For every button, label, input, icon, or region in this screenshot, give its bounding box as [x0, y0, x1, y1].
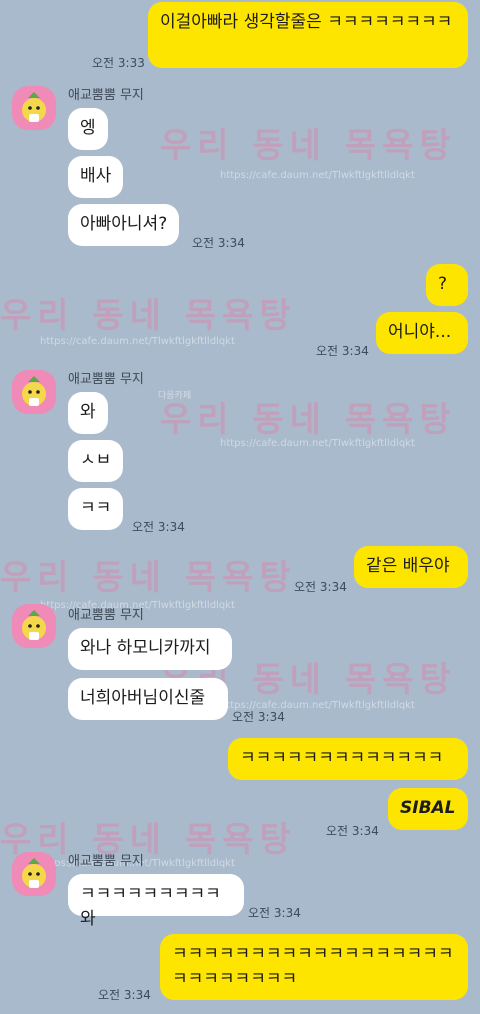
watermark-title: 우리 동네 목욕탕 — [160, 400, 457, 440]
muzi-avatar-icon[interactable] — [12, 604, 56, 648]
muzi-avatar-icon[interactable] — [12, 370, 56, 414]
watermark-small: 다음카페 — [158, 391, 192, 401]
contact-name: 애교뿜뿜 무지 — [68, 372, 144, 387]
their-message-bubble[interactable]: 너희아버님이신줄 — [68, 678, 228, 720]
chat-area[interactable]: 우리 동네 목욕탕 https://cafe.daum.net/Tlwkftlg… — [0, 0, 480, 1014]
message-time: 오전 3:34 — [316, 344, 369, 358]
their-message-bubble[interactable]: 엥 — [68, 108, 108, 150]
message-time: 오전 3:34 — [294, 580, 347, 594]
watermark-title: 우리 동네 목욕탕 — [160, 126, 457, 166]
message-time: 오전 3:34 — [248, 906, 301, 920]
their-message-bubble[interactable]: ㅋㅋㅋㅋㅋㅋㅋㅋㅋ와 — [68, 874, 244, 929]
their-message-bubble[interactable]: 배사 — [68, 156, 124, 198]
message-time: 오전 3:34 — [326, 824, 379, 838]
my-message-bubble[interactable]: 이걸아빠라 생각할줄은 ㅋㅋㅋㅋㅋㅋㅋㅋ — [148, 2, 468, 68]
my-message-bubble[interactable]: ㅋㅋㅋㅋㅋㅋㅋㅋㅋㅋㅋㅋㅋㅋㅋㅋㅋㅋㅋㅋㅋㅋㅋㅋㅋㅋ — [160, 934, 468, 1000]
contact-name: 애교뿜뿜 무지 — [68, 854, 144, 869]
my-message-bubble[interactable]: SIBAL — [388, 788, 468, 830]
message-time: 오전 3:34 — [192, 236, 245, 250]
message-time: 오전 3:34 — [98, 988, 151, 1002]
my-message-bubble[interactable]: ㅋㅋㅋㅋㅋㅋㅋㅋㅋㅋㅋㅋㅋ — [228, 738, 468, 780]
their-message-bubble[interactable]: ㅋㅋ — [68, 488, 124, 530]
contact-name: 애교뿜뿜 무지 — [68, 608, 144, 623]
message-time: 오전 3:33 — [92, 56, 145, 70]
muzi-avatar-icon[interactable] — [12, 852, 56, 896]
watermark-title: 우리 동네 목욕탕 — [0, 558, 297, 598]
message-time: 오전 3:34 — [232, 710, 285, 724]
their-message-bubble[interactable]: 아빠아니셔? — [68, 204, 180, 246]
my-message-bubble[interactable]: 어니야... — [376, 312, 468, 354]
my-message-bubble[interactable]: 같은 배우야 — [354, 546, 468, 588]
message-time: 오전 3:34 — [132, 520, 185, 534]
my-message-bubble[interactable]: ? — [426, 264, 468, 306]
contact-name: 애교뿜뿜 무지 — [68, 88, 144, 103]
watermark-title: 우리 동네 목욕탕 — [0, 296, 297, 336]
watermark-url: https://cafe.daum.net/Tlwkftlgkftlldlqkt — [220, 438, 415, 449]
watermark-url: https://cafe.daum.net/Tlwkftlgkftlldlqkt — [40, 336, 235, 347]
watermark-url: https://cafe.daum.net/Tlwkftlgkftlldlqkt — [220, 170, 415, 181]
muzi-avatar-icon[interactable] — [12, 86, 56, 130]
their-message-bubble[interactable]: 와 — [68, 392, 108, 434]
their-message-bubble[interactable]: 와나 하모니카까지 — [68, 628, 232, 670]
their-message-bubble[interactable]: ㅅㅂ — [68, 440, 124, 482]
